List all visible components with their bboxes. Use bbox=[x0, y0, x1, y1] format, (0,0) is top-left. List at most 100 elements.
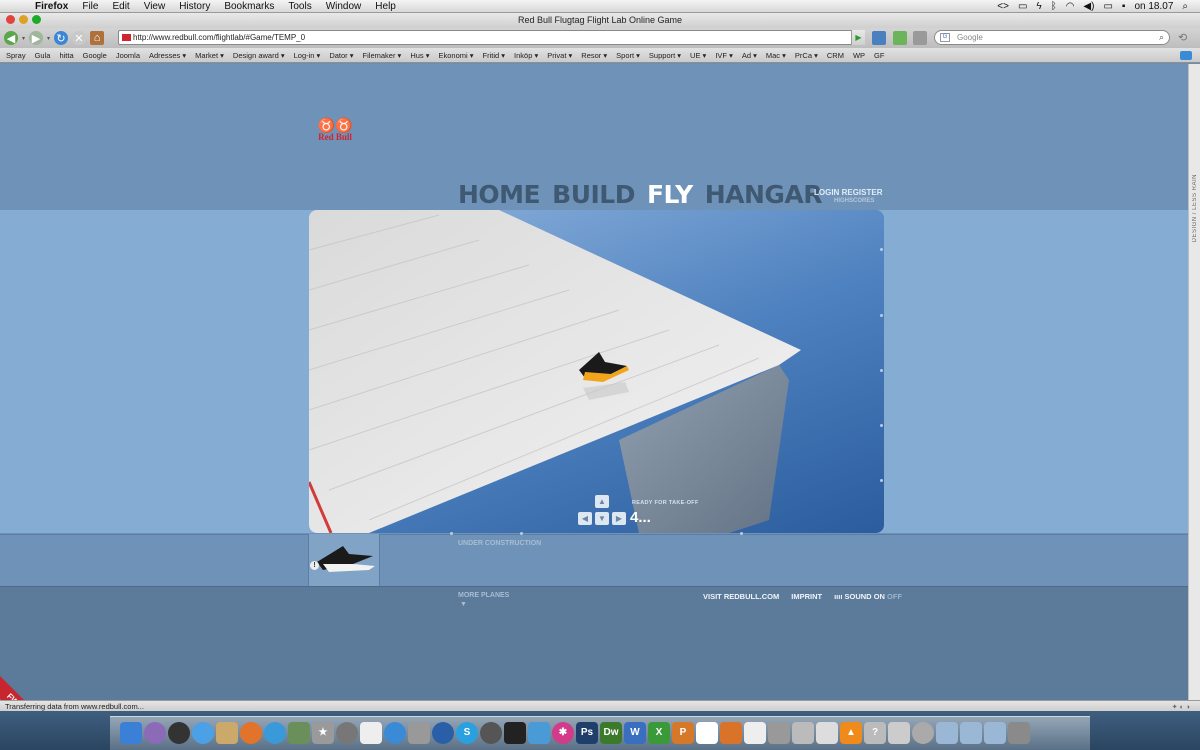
bookmark-item[interactable]: IVF ▾ bbox=[715, 51, 733, 60]
itunes-icon[interactable] bbox=[264, 722, 286, 744]
bookmark-item[interactable]: PrCa ▾ bbox=[795, 51, 818, 60]
page-scrollbar[interactable]: DESIGN / LESS RAIN bbox=[1188, 64, 1200, 700]
spotlight-icon[interactable]: ⌕ bbox=[1182, 1, 1188, 12]
battery-icon[interactable]: ▭ bbox=[1103, 1, 1112, 12]
nav-home[interactable]: HOME bbox=[458, 180, 541, 209]
menu-window[interactable]: Window bbox=[319, 1, 369, 12]
menu-edit[interactable]: Edit bbox=[105, 1, 136, 12]
down-arrow-icon[interactable]: ▼ bbox=[595, 512, 609, 525]
code-icon[interactable]: <> bbox=[997, 1, 1009, 12]
nav-hangar[interactable]: HANGAR bbox=[705, 180, 823, 209]
trash-icon[interactable] bbox=[1008, 722, 1030, 744]
dashboard-icon[interactable] bbox=[144, 722, 166, 744]
script-editor-icon[interactable] bbox=[360, 722, 382, 744]
bookmark-item[interactable]: CRM bbox=[827, 51, 844, 60]
forward-arrow-icon[interactable]: ▶ bbox=[29, 31, 44, 45]
quicktime-icon[interactable] bbox=[384, 722, 406, 744]
bookmark-bars-icon[interactable] bbox=[872, 31, 886, 45]
skype-icon[interactable]: S bbox=[456, 722, 478, 744]
addon-icon[interactable] bbox=[893, 31, 907, 45]
url-input[interactable]: http://www.redbull.com/flightlab/#Game/T… bbox=[118, 30, 865, 45]
excel-icon[interactable]: X bbox=[648, 722, 670, 744]
menu-app-firefox[interactable]: Firefox bbox=[28, 1, 75, 12]
design-credit[interactable]: DESIGN / LESS RAIN bbox=[1192, 174, 1198, 242]
up-arrow-icon[interactable]: ▲ bbox=[595, 495, 609, 508]
paint-icon[interactable] bbox=[528, 722, 550, 744]
firefox-icon[interactable] bbox=[240, 722, 262, 744]
bookmarks-overflow-icon[interactable] bbox=[1180, 50, 1192, 60]
menu-bookmarks[interactable]: Bookmarks bbox=[217, 1, 281, 12]
print-icon[interactable] bbox=[913, 31, 927, 45]
bookmark-item[interactable]: Gula bbox=[35, 51, 51, 60]
bookmark-item[interactable]: GF bbox=[874, 51, 884, 60]
keynote-icon[interactable] bbox=[720, 722, 742, 744]
calendar-icon[interactable] bbox=[696, 722, 718, 744]
bookmark-item[interactable]: Dator ▾ bbox=[329, 51, 353, 60]
bookmark-item[interactable]: Resor ▾ bbox=[581, 51, 607, 60]
go-arrow-icon[interactable]: ▶ bbox=[851, 30, 865, 45]
terminal-icon[interactable] bbox=[504, 722, 526, 744]
highscores-link[interactable]: HIGHSCORES bbox=[834, 198, 874, 204]
database-icon[interactable] bbox=[792, 722, 814, 744]
folder-icon[interactable] bbox=[936, 722, 958, 744]
forward-dropdown-icon[interactable]: ▾ bbox=[47, 35, 50, 42]
bookmark-item[interactable]: Market ▾ bbox=[195, 51, 224, 60]
menu-help[interactable]: Help bbox=[368, 1, 403, 12]
redbull-logo[interactable]: ♉♉ Red Bull bbox=[313, 118, 357, 144]
wifi-icon[interactable]: ◠ bbox=[1066, 1, 1075, 12]
google-earth-icon[interactable] bbox=[432, 722, 454, 744]
register-link[interactable]: REGISTER bbox=[842, 188, 883, 197]
help-icon[interactable]: ? bbox=[864, 722, 886, 744]
pen-app-icon[interactable] bbox=[768, 722, 790, 744]
bookmark-item[interactable]: Design award ▾ bbox=[233, 51, 285, 60]
address-book-icon[interactable] bbox=[216, 722, 238, 744]
bookmark-item[interactable]: WP bbox=[853, 51, 865, 60]
minimize-window-icon[interactable] bbox=[19, 15, 28, 24]
bookmark-item[interactable]: Log-in ▾ bbox=[294, 51, 321, 60]
display-icon[interactable]: ▭ bbox=[1018, 1, 1027, 12]
zoom-window-icon[interactable] bbox=[32, 15, 41, 24]
bookmark-item[interactable]: Fritid ▾ bbox=[483, 51, 506, 60]
ipod-icon[interactable] bbox=[816, 722, 838, 744]
word-icon[interactable]: W bbox=[624, 722, 646, 744]
refresh-arrow-icon[interactable]: ⟲ bbox=[1178, 31, 1187, 44]
left-arrow-icon[interactable]: ◀ bbox=[578, 512, 592, 525]
search-icon[interactable]: ⌕ bbox=[1159, 31, 1164, 44]
safari-icon[interactable] bbox=[192, 722, 214, 744]
bookmark-item[interactable]: Spray bbox=[6, 51, 26, 60]
menubar-clock[interactable]: on 18.07 bbox=[1134, 1, 1173, 12]
preview-icon[interactable] bbox=[888, 722, 910, 744]
nav-build[interactable]: BUILD bbox=[552, 180, 635, 209]
menu-tools[interactable]: Tools bbox=[281, 1, 318, 12]
bookmark-item[interactable]: Support ▾ bbox=[649, 51, 681, 60]
utility-icon[interactable] bbox=[408, 722, 430, 744]
chevron-down-icon[interactable]: ▼ bbox=[460, 601, 467, 608]
iphoto-icon[interactable] bbox=[288, 722, 310, 744]
lightning-icon[interactable]: ϟ bbox=[1036, 1, 1041, 12]
system-prefs-icon[interactable] bbox=[336, 722, 358, 744]
time-machine-icon[interactable] bbox=[168, 722, 190, 744]
reload-icon[interactable]: ↻ bbox=[54, 31, 69, 45]
search-input[interactable]: G Google ⌕ bbox=[934, 30, 1170, 45]
volume-icon[interactable]: ◀) bbox=[1083, 1, 1094, 12]
back-arrow-icon[interactable]: ◀ bbox=[4, 31, 18, 45]
more-planes-link[interactable]: MORE PLANES bbox=[458, 592, 509, 599]
vlc-icon[interactable]: ▲ bbox=[840, 722, 862, 744]
search-engine-icon[interactable]: G bbox=[940, 33, 950, 42]
documents-folder-icon[interactable] bbox=[960, 722, 982, 744]
right-arrow-icon[interactable]: ▶ bbox=[612, 512, 626, 525]
bookmark-item[interactable]: Ekonomi ▾ bbox=[439, 51, 474, 60]
visit-redbull-link[interactable]: VISIT REDBULL.COM bbox=[703, 592, 779, 601]
bookmark-item[interactable]: Google bbox=[83, 51, 107, 60]
imprint-link[interactable]: IMPRINT bbox=[791, 592, 822, 601]
bookmark-item[interactable]: hitta bbox=[59, 51, 73, 60]
bookmark-item[interactable]: Adresses ▾ bbox=[149, 51, 186, 60]
sound-toggle[interactable]: ıııı SOUND ON OFF bbox=[834, 592, 902, 601]
menu-file[interactable]: File bbox=[75, 1, 105, 12]
bookmark-item[interactable]: Hus ▾ bbox=[410, 51, 429, 60]
nav-fly[interactable]: FLY bbox=[647, 180, 693, 209]
flower-icon[interactable]: ✱ bbox=[552, 722, 574, 744]
home-icon[interactable]: ⌂ bbox=[90, 31, 105, 45]
menu-view[interactable]: View bbox=[137, 1, 173, 12]
star-app-icon[interactable]: ★ bbox=[312, 722, 334, 744]
